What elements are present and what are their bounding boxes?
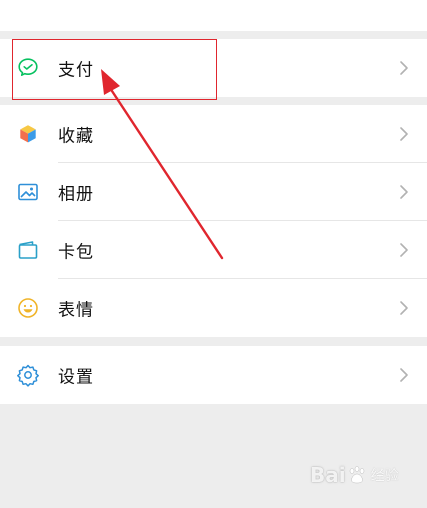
chevron-right-icon (400, 127, 408, 141)
features-group: 收藏 相册 卡包 表情 (0, 105, 427, 337)
menu-item-stickers[interactable]: 表情 (0, 279, 427, 337)
settings-group: 设置 (0, 346, 427, 404)
chevron-right-icon (400, 61, 408, 75)
card-wallet-icon (16, 238, 40, 262)
settings-gear-icon (16, 363, 40, 387)
menu-item-card-wallet[interactable]: 卡包 (0, 221, 427, 279)
menu-item-label: 相册 (58, 184, 94, 205)
pay-group: 支付 (0, 39, 427, 97)
watermark-text: Bai (310, 463, 346, 487)
menu-item-label: 支付 (58, 60, 94, 81)
menu-item-settings[interactable]: 设置 (0, 346, 427, 404)
menu-item-pay[interactable]: 支付 (0, 39, 427, 97)
smiley-face-icon (16, 296, 40, 320)
menu-item-label: 表情 (58, 300, 94, 321)
menu-item-label: 收藏 (58, 126, 94, 147)
menu-item-favorites[interactable]: 收藏 (0, 105, 427, 163)
watermark-subtext: 经验 (370, 468, 399, 484)
wechat-pay-icon (16, 56, 40, 80)
chevron-right-icon (400, 185, 408, 199)
top-blank-area (0, 0, 427, 31)
chevron-right-icon (400, 243, 408, 257)
menu-item-album[interactable]: 相册 (0, 163, 427, 221)
album-picture-icon (16, 180, 40, 204)
watermark-logo: Bai 经验 (310, 455, 420, 495)
chevron-right-icon (400, 368, 408, 382)
favorites-cube-icon (16, 122, 40, 146)
chevron-right-icon (400, 301, 408, 315)
menu-item-label: 卡包 (58, 242, 94, 263)
paw-icon (349, 466, 364, 484)
menu-item-label: 设置 (58, 367, 94, 388)
